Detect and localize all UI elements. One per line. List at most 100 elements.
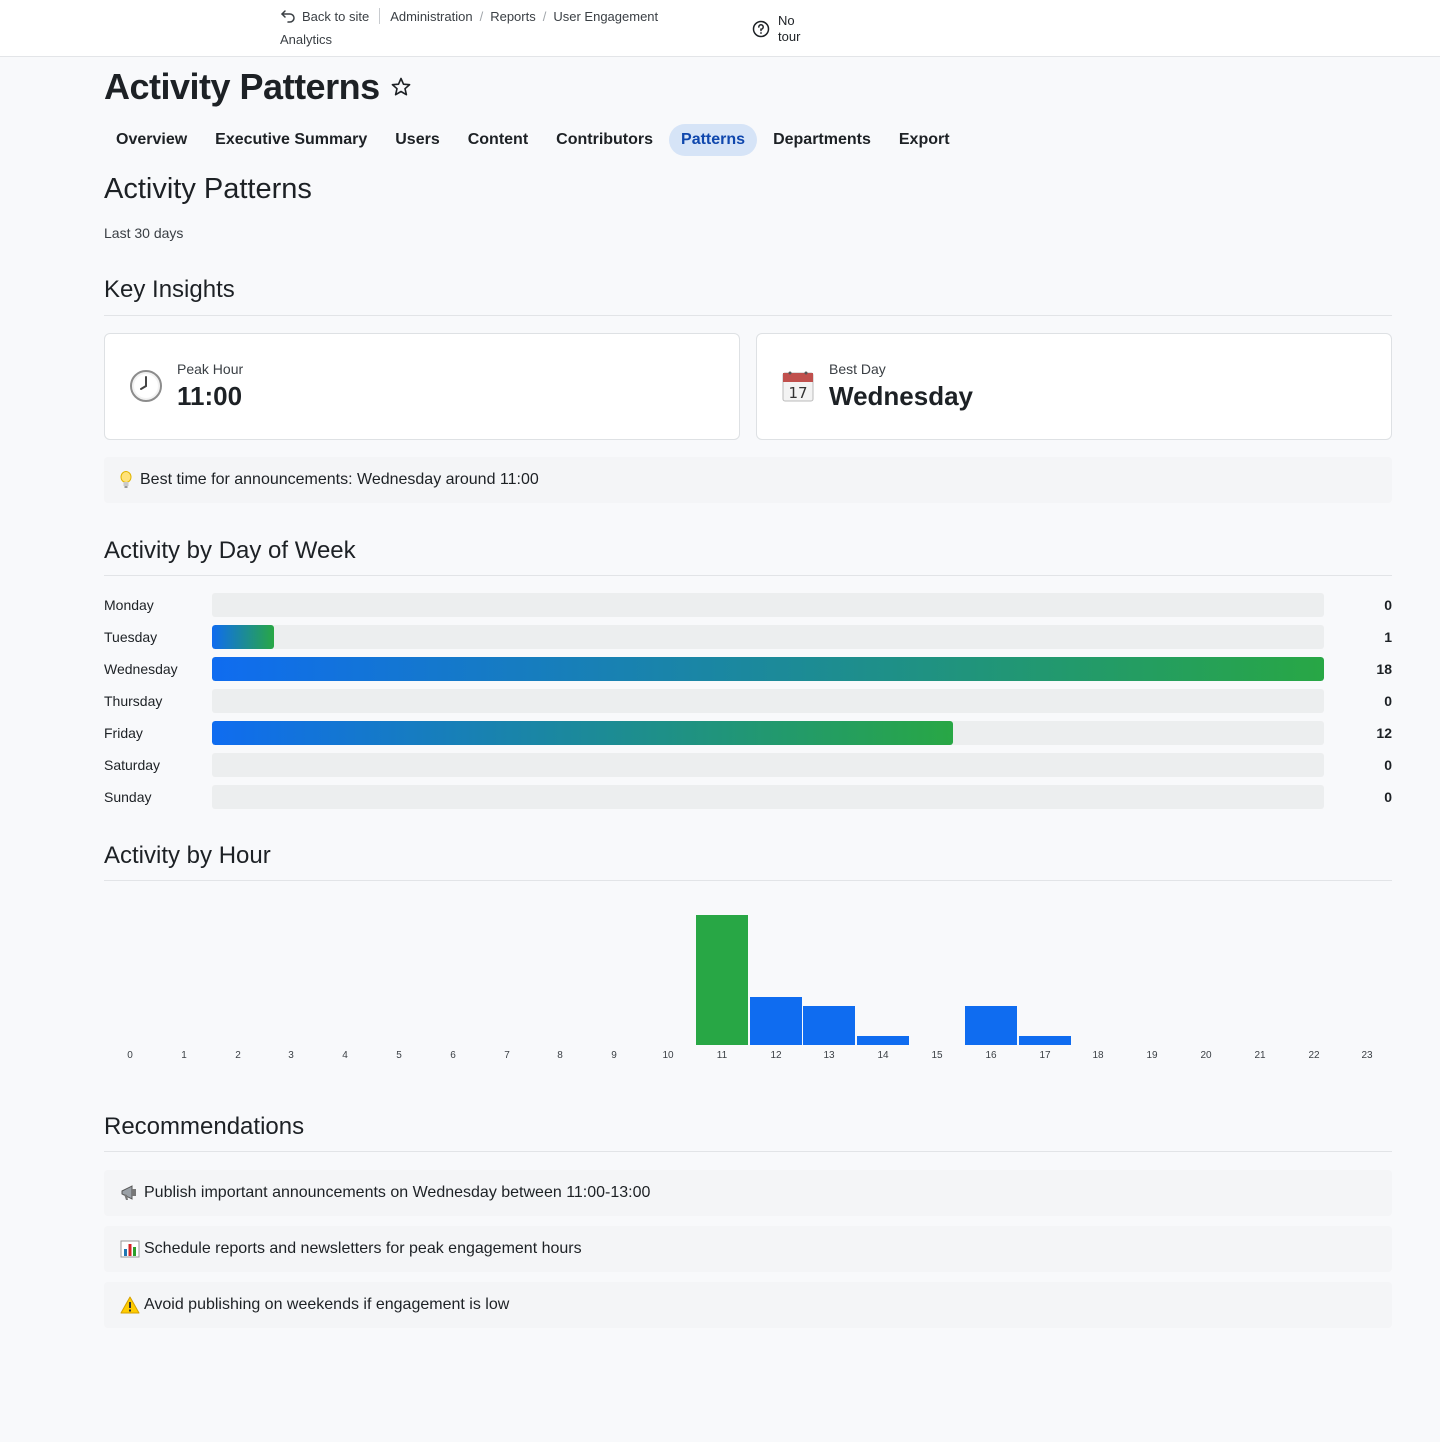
breadcrumb: Back to site Administration / Reports / … xyxy=(280,6,658,47)
day-row: Tuesday 1 xyxy=(104,625,1392,649)
breadcrumb-reports[interactable]: Reports xyxy=(490,9,536,24)
tab-patterns[interactable]: Patterns xyxy=(669,124,758,156)
star-icon[interactable] xyxy=(390,76,412,98)
day-bar-track xyxy=(212,721,1324,745)
hour-tick-label: 12 xyxy=(770,1050,782,1061)
day-of-week-title: Activity by Day of Week xyxy=(104,537,356,564)
day-label: Friday xyxy=(104,725,143,741)
tab-export[interactable]: Export xyxy=(887,124,962,156)
day-bar-track xyxy=(212,785,1324,809)
divider xyxy=(104,575,1392,576)
hour-tick-label: 21 xyxy=(1254,1050,1266,1061)
day-bar-track xyxy=(212,657,1324,681)
hour-tick-label: 20 xyxy=(1200,1050,1212,1061)
bar-chart-icon xyxy=(120,1240,140,1258)
day-label: Tuesday xyxy=(104,629,158,645)
tab-users[interactable]: Users xyxy=(383,124,451,156)
undo-arrow-icon xyxy=(281,10,295,23)
day-label: Saturday xyxy=(104,757,161,773)
hour-chart-title: Activity by Hour xyxy=(104,842,271,869)
peak-hour-card: Peak Hour 11:00 xyxy=(104,333,740,440)
day-count: 12 xyxy=(1376,725,1392,741)
page-heading: Activity Patterns xyxy=(104,66,412,108)
breadcrumb-separator: / xyxy=(542,8,547,24)
day-bar-track xyxy=(212,625,1324,649)
day-bar-track xyxy=(212,593,1324,617)
hour-tick-label: 17 xyxy=(1039,1050,1051,1061)
key-insights-title: Key Insights xyxy=(104,276,235,303)
day-bar-track xyxy=(212,689,1324,713)
hour-tick-label: 23 xyxy=(1361,1050,1373,1061)
tab-overview[interactable]: Overview xyxy=(104,124,199,156)
period-label: Last 30 days xyxy=(104,225,184,241)
day-row: Saturday 0 xyxy=(104,753,1392,777)
hour-tick-label: 22 xyxy=(1308,1050,1320,1061)
svg-text:17: 17 xyxy=(788,384,807,402)
day-count: 0 xyxy=(1384,789,1392,805)
clock-icon xyxy=(130,370,162,402)
hour-bar xyxy=(857,1036,909,1045)
day-bar-track xyxy=(212,753,1324,777)
tab-executive-summary[interactable]: Executive Summary xyxy=(203,124,379,156)
divider xyxy=(104,315,1392,316)
recommendation-text: Schedule reports and newsletters for pea… xyxy=(144,1240,582,1257)
breadcrumb-separator: / xyxy=(479,8,484,24)
section-heading: Activity Patterns xyxy=(104,173,312,205)
megaphone-icon xyxy=(121,1185,136,1200)
hour-tick-label: 19 xyxy=(1146,1050,1158,1061)
hour-chart: 0 1 2 3 4 5 6 7 8 9 10 11 12 13 14 15 16 17 18 19 20 21 22 23 xyxy=(104,900,1392,1070)
breadcrumb-administration[interactable]: Administration xyxy=(390,9,472,24)
warning-icon xyxy=(120,1296,140,1314)
day-row: Sunday 0 xyxy=(104,785,1392,809)
tab-contributors[interactable]: Contributors xyxy=(544,124,665,156)
day-row: Thursday 0 xyxy=(104,689,1392,713)
best-day-value: Wednesday xyxy=(829,381,974,411)
report-tabs: Overview Executive Summary Users Content… xyxy=(104,124,962,156)
divider xyxy=(104,880,1392,881)
hour-tick-label: 5 xyxy=(396,1050,402,1061)
lightbulb-icon xyxy=(120,471,132,488)
announcement-tip: Best time for announcements: Wednesday a… xyxy=(104,457,1392,503)
help-circle-icon xyxy=(752,20,770,38)
hour-tick-label: 8 xyxy=(557,1050,563,1061)
tip-text: Best time for announcements: Wednesday a… xyxy=(140,471,539,488)
best-day-card: 17 Best Day Wednesday xyxy=(756,333,1392,440)
hour-tick-label: 10 xyxy=(662,1050,674,1061)
hour-tick-label: 13 xyxy=(823,1050,835,1061)
day-row: Monday 0 xyxy=(104,593,1392,617)
day-label: Wednesday xyxy=(104,661,178,677)
day-bar xyxy=(212,657,1324,681)
hour-tick-label: 3 xyxy=(288,1050,294,1061)
day-count: 1 xyxy=(1384,629,1392,645)
day-label: Monday xyxy=(104,597,154,613)
tour-label: No tour xyxy=(778,13,801,44)
peak-hour-label: Peak Hour xyxy=(177,361,244,377)
day-label: Thursday xyxy=(104,693,163,709)
tab-departments[interactable]: Departments xyxy=(761,124,883,156)
hour-tick-label: 11 xyxy=(716,1050,728,1061)
back-to-site-link[interactable]: Back to site xyxy=(280,8,381,24)
best-day-label: Best Day xyxy=(829,361,886,377)
hour-tick-label: 6 xyxy=(450,1050,456,1061)
hour-bar xyxy=(1019,1036,1071,1045)
recommendation-text: Avoid publishing on weekends if engageme… xyxy=(144,1296,510,1313)
hour-tick-label: 16 xyxy=(985,1050,997,1061)
day-count: 18 xyxy=(1376,661,1392,677)
day-row: Friday 12 xyxy=(104,721,1392,745)
tab-content[interactable]: Content xyxy=(456,124,540,156)
recommendation-item: Schedule reports and newsletters for pea… xyxy=(104,1226,1392,1272)
hour-tick-label: 1 xyxy=(181,1050,187,1061)
recommendation-text: Publish important announcements on Wedne… xyxy=(144,1184,651,1201)
breadcrumb-analytics[interactable]: Analytics xyxy=(280,32,658,47)
hour-tick-label: 4 xyxy=(342,1050,348,1061)
day-row: Wednesday 18 xyxy=(104,657,1392,681)
breadcrumb-user-engagement[interactable]: User Engagement xyxy=(553,9,658,24)
tour-toggle[interactable]: No tour xyxy=(752,13,812,45)
hour-bar xyxy=(965,1006,1017,1045)
day-count: 0 xyxy=(1384,597,1392,613)
day-bar xyxy=(212,721,953,745)
hour-bar xyxy=(696,915,748,1045)
hour-bar xyxy=(803,1006,855,1045)
day-count: 0 xyxy=(1384,693,1392,709)
back-to-site-label: Back to site xyxy=(302,8,370,24)
